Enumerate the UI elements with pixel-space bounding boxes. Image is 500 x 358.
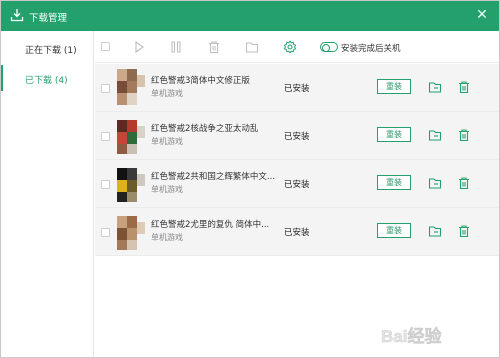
settings-icon[interactable] [283, 40, 297, 54]
close-icon[interactable]: ✕ [473, 6, 491, 24]
install-status: 已安装 [284, 132, 310, 142]
download-manager-window: 下载管理 ✕ 正在下载 (1) 已下载 (4) 安装完成后关机 红色警戒3简体中… [0, 0, 500, 358]
game-type: 单机游戏 [151, 137, 183, 146]
game-thumbnail [115, 210, 151, 254]
list-item: 红色警戒3简体中文修正版 单机游戏 已安装 重装 [95, 64, 499, 112]
game-name: 红色警戒2尤里的复仇 简体中... [151, 220, 270, 230]
install-status: 已安装 [284, 228, 310, 238]
baidu-jingyan-watermark: Bai经验 [379, 323, 489, 349]
list-item: 红色警戒2核战争之亚太动乱 单机游戏 已安装 重装 [95, 112, 499, 160]
delete-icon[interactable] [457, 128, 471, 142]
list-item: 红色警戒2共和国之辉繁体中文... 单机游戏 已安装 重装 [95, 160, 499, 208]
delete-icon[interactable] [457, 224, 471, 238]
window-title: 下载管理 [29, 13, 68, 24]
sidebar-item-downloading[interactable]: 正在下载 (1) [1, 33, 93, 63]
open-folder-icon[interactable] [428, 80, 442, 94]
install-status: 已安装 [284, 84, 310, 94]
install-status: 已安装 [284, 180, 310, 190]
watermark-text: Bai经验 [381, 326, 442, 346]
game-type: 单机游戏 [151, 185, 183, 194]
shutdown-toggle[interactable] [320, 42, 338, 52]
game-type: 单机游戏 [151, 233, 183, 242]
delete-icon[interactable] [207, 40, 221, 54]
game-thumbnail [115, 66, 151, 110]
delete-icon[interactable] [457, 80, 471, 94]
row-checkbox[interactable] [101, 180, 110, 189]
open-folder-icon[interactable] [428, 128, 442, 142]
pause-icon[interactable] [169, 40, 183, 54]
reinstall-button[interactable]: 重装 [377, 127, 411, 142]
reinstall-button[interactable]: 重装 [377, 79, 411, 94]
game-thumbnail [115, 114, 151, 158]
sidebar-item-downloaded[interactable]: 已下载 (4) [1, 63, 93, 93]
game-thumbnail [115, 162, 151, 206]
open-folder-icon[interactable] [428, 224, 442, 238]
sidebar-item-label: 已下载 (4) [25, 76, 68, 86]
toolbar: 安装完成后关机 [95, 31, 499, 63]
open-folder-icon[interactable] [428, 176, 442, 190]
game-name: 红色警戒2核战争之亚太动乱 [151, 124, 259, 134]
game-name: 红色警戒3简体中文修正版 [151, 76, 250, 86]
sidebar: 正在下载 (1) 已下载 (4) [1, 31, 94, 357]
row-checkbox[interactable] [101, 228, 110, 237]
reinstall-button[interactable]: 重装 [377, 175, 411, 190]
row-checkbox[interactable] [101, 132, 110, 141]
shutdown-toggle-label: 安装完成后关机 [341, 44, 401, 54]
folder-icon[interactable] [245, 40, 259, 54]
play-icon[interactable] [132, 40, 146, 54]
delete-icon[interactable] [457, 176, 471, 190]
reinstall-button[interactable]: 重装 [377, 223, 411, 238]
sidebar-item-label: 正在下载 (1) [25, 46, 77, 56]
game-type: 单机游戏 [151, 89, 183, 98]
download-icon [10, 8, 24, 22]
game-name: 红色警戒2共和国之辉繁体中文... [151, 172, 276, 182]
title-bar: 下载管理 ✕ [1, 1, 499, 31]
list-item: 红色警戒2尤里的复仇 简体中... 单机游戏 已安装 重装 [95, 208, 499, 256]
row-checkbox[interactable] [101, 84, 110, 93]
select-all-checkbox[interactable] [101, 42, 110, 51]
